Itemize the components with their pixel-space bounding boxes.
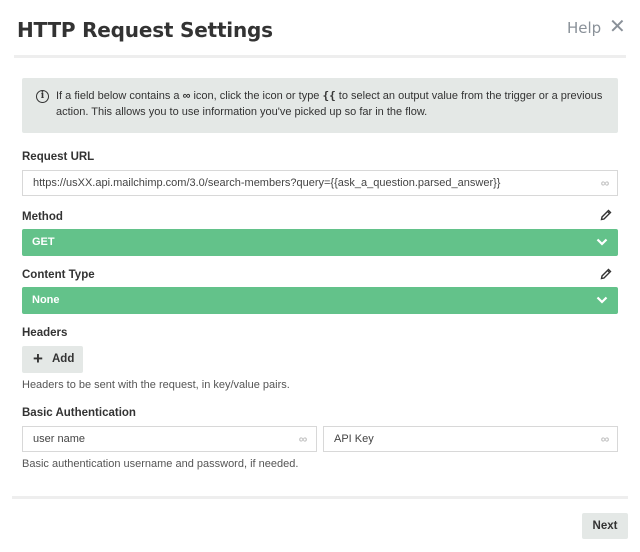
add-header-label: Add xyxy=(52,353,75,365)
pencil-icon[interactable] xyxy=(600,268,612,280)
method-selected-value: GET xyxy=(32,236,55,248)
info-icon: i xyxy=(36,90,49,103)
help-link[interactable]: Help xyxy=(567,19,601,37)
api-key-value: API Key xyxy=(334,433,374,445)
dialog-header: HTTP Request Settings Help ✕ xyxy=(0,0,640,58)
next-button[interactable]: Next xyxy=(582,513,628,539)
api-key-input[interactable]: API Key ∞ xyxy=(323,426,618,452)
method-label: Method xyxy=(22,211,63,223)
dialog-title: HTTP Request Settings xyxy=(17,18,273,42)
braces-token: {{ xyxy=(322,89,336,102)
username-input[interactable]: user name ∞ xyxy=(22,426,317,452)
info-text: If a field below contains a ∞ icon, clic… xyxy=(56,88,606,120)
plus-icon: + xyxy=(33,349,43,368)
dynamic-value-icon[interactable]: ∞ xyxy=(597,176,613,190)
header-divider xyxy=(14,55,626,58)
info-banner: i If a field below contains a ∞ icon, cl… xyxy=(22,78,618,133)
headers-help-text: Headers to be sent with the request, in … xyxy=(22,379,290,391)
headers-label: Headers xyxy=(22,327,68,339)
info-text-part-2: icon, click the icon or type xyxy=(190,90,323,102)
add-header-button[interactable]: + Add xyxy=(22,346,83,373)
basic-auth-help-text: Basic authentication username and passwo… xyxy=(22,458,299,470)
footer-divider xyxy=(12,496,628,499)
pencil-icon[interactable] xyxy=(600,209,612,221)
request-url-input[interactable]: https://usXX.api.mailchimp.com/3.0/searc… xyxy=(22,170,618,196)
username-value: user name xyxy=(33,433,85,445)
dynamic-value-icon[interactable]: ∞ xyxy=(295,432,311,446)
http-request-settings-dialog: HTTP Request Settings Help ✕ i If a fiel… xyxy=(0,0,640,552)
request-url-value: https://usXX.api.mailchimp.com/3.0/searc… xyxy=(33,177,501,189)
chevron-down-icon xyxy=(596,238,608,246)
method-select[interactable]: GET xyxy=(22,229,618,256)
chevron-down-icon xyxy=(596,296,608,304)
request-url-label: Request URL xyxy=(22,151,95,163)
content-type-select[interactable]: None xyxy=(22,287,618,314)
basic-auth-label: Basic Authentication xyxy=(22,407,136,419)
content-type-selected-value: None xyxy=(32,294,60,306)
info-text-part-1: If a field below contains a xyxy=(56,90,183,102)
dynamic-value-icon[interactable]: ∞ xyxy=(597,432,613,446)
close-icon[interactable]: ✕ xyxy=(609,16,626,36)
content-type-label: Content Type xyxy=(22,269,95,281)
